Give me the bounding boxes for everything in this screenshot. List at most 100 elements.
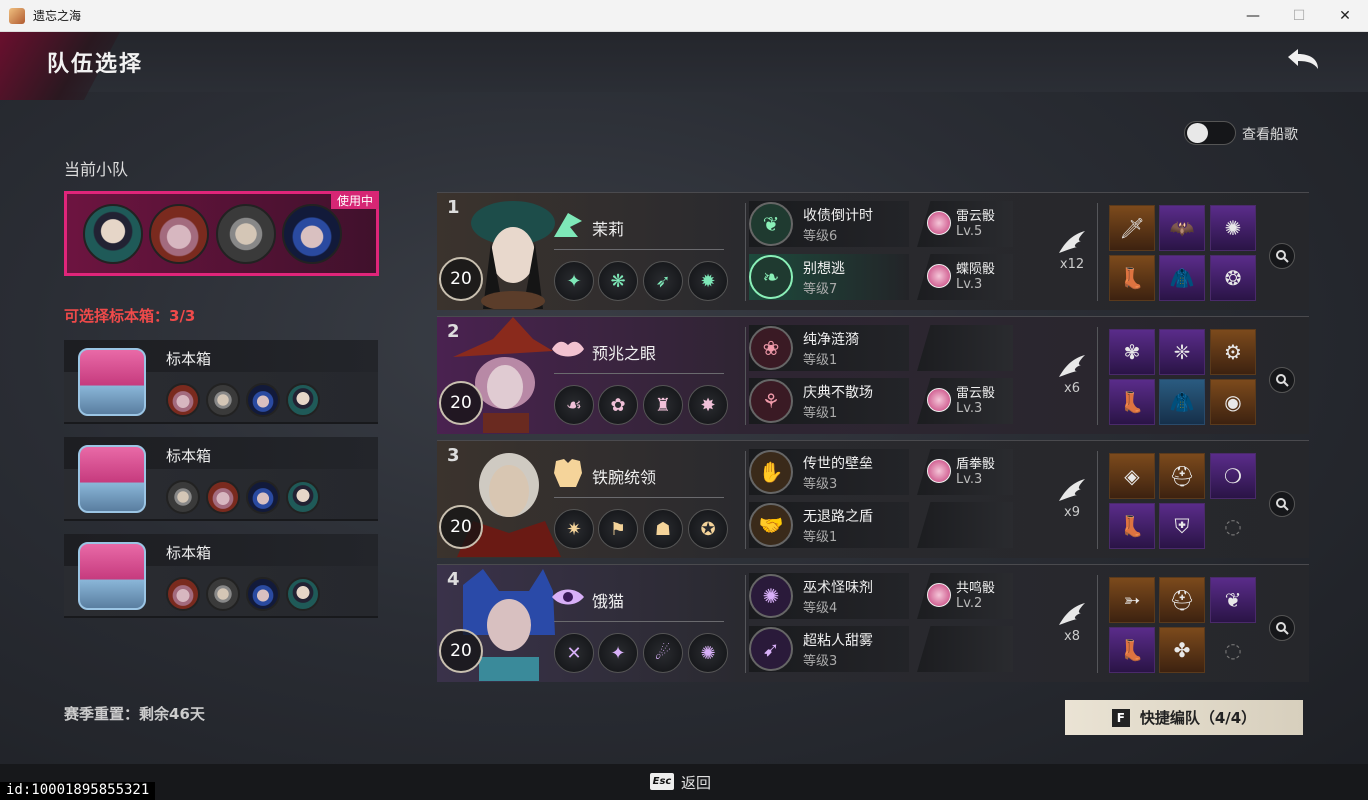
page-title: 队伍选择	[47, 52, 144, 77]
relic-level: 等级6	[803, 229, 838, 244]
character-name: 茉莉	[592, 220, 625, 239]
chest-icon	[78, 348, 146, 416]
wing-count: x8	[1064, 629, 1080, 644]
skill-icon-2[interactable]: ❋	[598, 261, 638, 301]
equipment-slot-ring[interactable]: ❍	[1210, 453, 1256, 499]
armor-class-icon	[554, 459, 582, 487]
row-index: 2	[447, 321, 460, 342]
equipment-slot-orb[interactable]: ◉	[1210, 379, 1256, 425]
skill-icon-1[interactable]: ✕	[554, 633, 594, 673]
magnify-icon[interactable]	[1269, 491, 1295, 517]
relic-slot-2[interactable]: ➹ 超粘人甜雾 等级3	[749, 626, 1013, 672]
specimen-box-2[interactable]: 标本箱	[64, 437, 378, 521]
skill-icon-2[interactable]: ✿	[598, 385, 638, 425]
equipment-slot-dagger[interactable]: 🗡	[1109, 205, 1155, 251]
box-name: 标本箱	[166, 447, 212, 465]
specimen-box-3[interactable]: 标本箱	[64, 534, 378, 618]
divider	[1097, 575, 1098, 673]
equipment-slot-coat[interactable]: 🧥	[1159, 379, 1205, 425]
skill-icon-3[interactable]: ♜	[643, 385, 683, 425]
equipment-slot-scroll[interactable]: ✾	[1109, 329, 1155, 375]
relic-slot-1[interactable]: ✋ 传世的壁垒 等级3 盾拳骰 Lv.3	[749, 449, 1013, 495]
skill-icon-3[interactable]: ➶	[643, 261, 683, 301]
equipment-slot-charm[interactable]: ❂	[1210, 255, 1256, 301]
skill-icon-1[interactable]: ☙	[554, 385, 594, 425]
relic-slot-2[interactable]: ⚘ 庆典不散场 等级1 雷云骰 Lv.3	[749, 378, 1013, 424]
divider	[554, 373, 724, 374]
wing-icon	[1059, 603, 1085, 625]
box-portrait-hungry-cat	[246, 383, 280, 417]
box-portrait-iron-commander	[206, 383, 240, 417]
equipment-slot-amulet[interactable]: ✺	[1210, 205, 1256, 251]
equipment-slot-boots[interactable]: 👢	[1109, 255, 1155, 301]
skill-icon-2[interactable]: ⚑	[598, 509, 638, 549]
relic-slot-1[interactable]: ❦ 收债倒计时 等级6 雷云骰 Lv.5	[749, 201, 1013, 247]
relic-slot-2[interactable]: ❧ 别想逃 等级7 蝶陨骰 Lv.3	[749, 254, 1013, 300]
equipment-slot-gun[interactable]: ➳	[1109, 577, 1155, 623]
skill-icon-1[interactable]: ✦	[554, 261, 594, 301]
skill-icon-4[interactable]: ✺	[688, 633, 728, 673]
dice-icon	[927, 264, 951, 288]
skill-icon-3[interactable]: ☗	[643, 509, 683, 549]
magnify-icon[interactable]	[1269, 367, 1295, 393]
esc-key-icon[interactable]: Esc	[650, 773, 674, 790]
box-portrait-iron-commander	[166, 480, 200, 514]
skill-icon-4[interactable]: ✪	[688, 509, 728, 549]
dice-level: Lv.3	[956, 472, 983, 487]
equipment-slot-chestplate[interactable]: ⛨	[1159, 503, 1205, 549]
box-name: 标本箱	[166, 544, 212, 562]
maximize-button[interactable]: ☐	[1276, 0, 1322, 32]
equipment-slot-wings[interactable]: ❈	[1159, 329, 1205, 375]
equipment-slot-boots[interactable]: 👢	[1109, 627, 1155, 673]
relic-level: 等级4	[803, 601, 838, 616]
sea-song-toggle-label: 查看船歌	[1242, 127, 1298, 143]
divider	[745, 575, 746, 673]
relic-slot-1[interactable]: ❀ 纯净涟漪 等级1	[749, 325, 1013, 371]
equipment-slot-rock[interactable]: ◈	[1109, 453, 1155, 499]
equipment-slot-boots[interactable]: 👢	[1109, 379, 1155, 425]
magnify-icon[interactable]	[1269, 243, 1295, 269]
character-row-jasmine[interactable]: 1 20 茉莉 ✦ ❋ ➶ ✹ ❦ 收债倒计时 等级6 雷云骰 Lv.5 ❧ 别…	[437, 192, 1309, 310]
relic-icon: ❧	[749, 255, 793, 299]
f-key-icon: F	[1111, 708, 1130, 727]
relic-slot-1[interactable]: ✺ 巫术怪味剂 等级4 共鸣骰 Lv.2	[749, 573, 1013, 619]
quick-formation-label: 快捷编队（4/4）	[1139, 709, 1257, 727]
portrait-omen-eye	[149, 204, 209, 264]
equipment-slot-helmet[interactable]: ⛑	[1159, 577, 1205, 623]
current-team-panel[interactable]: 使用中	[64, 191, 379, 276]
character-row-hungry-cat[interactable]: 4 20 饿猫 ✕ ✦ ☄ ✺ ✺ 巫术怪味剂 等级4 共鸣骰 Lv.2 ➹ 超…	[437, 564, 1309, 682]
box-portrait-jasmine	[286, 383, 320, 417]
magnify-icon[interactable]	[1269, 615, 1295, 641]
skill-icon-2[interactable]: ✦	[598, 633, 638, 673]
equipment-slot-armor[interactable]: 🧥	[1159, 255, 1205, 301]
thief-class-icon	[554, 213, 582, 237]
equipment-slot-wings[interactable]: ❦	[1210, 577, 1256, 623]
skill-icon-4[interactable]: ✸	[688, 385, 728, 425]
divider	[1097, 451, 1098, 549]
back-arrow-icon[interactable]	[1284, 45, 1322, 77]
divider	[554, 621, 724, 622]
skill-icon-1[interactable]: ✷	[554, 509, 594, 549]
relic-slot-2[interactable]: 🤝 无退路之盾 等级1	[749, 502, 1013, 548]
back-label[interactable]: 返回	[681, 772, 711, 793]
specimen-box-1[interactable]: 标本箱	[64, 340, 378, 424]
equipment-slot-helmet[interactable]: ⛑	[1159, 453, 1205, 499]
character-row-iron-commander[interactable]: 3 20 铁腕统领 ✷ ⚑ ☗ ✪ ✋ 传世的壁垒 等级3 盾拳骰 Lv.3 🤝…	[437, 440, 1309, 558]
empty-necklace-slot[interactable]: ◌	[1210, 627, 1256, 673]
empty-necklace-slot[interactable]: ◌	[1210, 503, 1256, 549]
equipment-slot-gear[interactable]: ⚙	[1210, 329, 1256, 375]
quick-formation-button[interactable]: F 快捷编队（4/4）	[1065, 700, 1303, 735]
app-icon	[9, 7, 25, 24]
character-name: 预兆之眼	[592, 344, 657, 363]
minimize-button[interactable]: —	[1230, 0, 1276, 32]
equipment-slot-bat[interactable]: 🦇	[1159, 205, 1205, 251]
close-button[interactable]: ✕	[1322, 0, 1368, 32]
equipment-slot-treasure[interactable]: ✤	[1159, 627, 1205, 673]
relic-icon: ⚘	[749, 379, 793, 423]
skill-icon-4[interactable]: ✹	[688, 261, 728, 301]
sea-song-toggle[interactable]	[1184, 121, 1236, 145]
dice-icon	[927, 583, 951, 607]
skill-icon-3[interactable]: ☄	[643, 633, 683, 673]
character-row-omen-eye[interactable]: 2 20 预兆之眼 ☙ ✿ ♜ ✸ ❀ 纯净涟漪 等级1 ⚘ 庆典不散场 等级1…	[437, 316, 1309, 434]
equipment-slot-boots[interactable]: 👢	[1109, 503, 1155, 549]
